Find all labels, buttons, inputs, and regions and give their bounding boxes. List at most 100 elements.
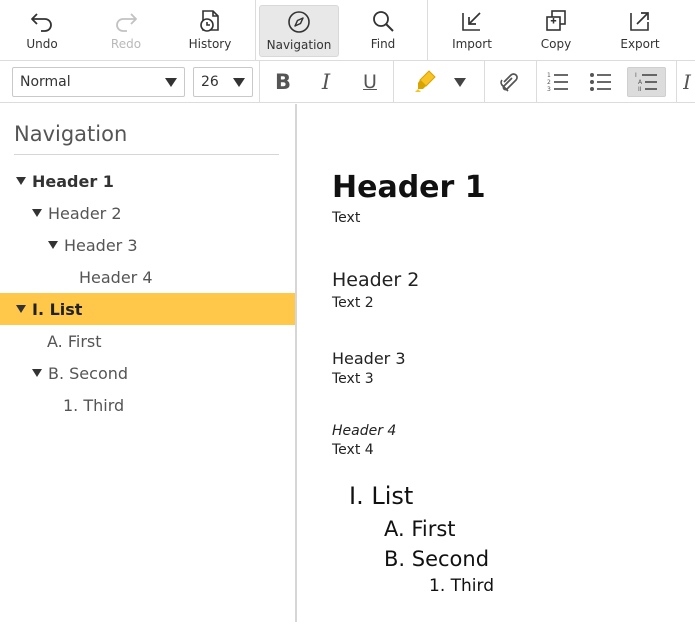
chevron-down-icon: [165, 78, 177, 87]
expand-triangle-icon[interactable]: [32, 369, 42, 377]
export-button[interactable]: Export: [614, 5, 666, 57]
copy-label: Copy: [540, 37, 572, 51]
nav-item-second[interactable]: B. Second: [0, 357, 295, 389]
nav-item-label: Header 4: [79, 267, 153, 287]
nav-item-label: Header 2: [48, 203, 122, 223]
bold-icon: B: [274, 70, 291, 94]
indent-icon: I: [683, 70, 691, 94]
find-button[interactable]: Find: [356, 5, 410, 57]
highlighter-icon: [415, 70, 436, 92]
italic-button[interactable]: I: [311, 67, 341, 97]
italic-icon: I: [321, 70, 331, 94]
nav-item-label: 1. Third: [63, 395, 125, 415]
nav-item-label: A. First: [47, 331, 102, 351]
export-icon: [630, 12, 649, 31]
navigation-title: Navigation: [14, 122, 128, 146]
indent-button[interactable]: I: [683, 67, 695, 97]
undo-label: Undo: [26, 37, 58, 51]
nav-item-label: Header 1: [32, 171, 114, 191]
heading-2: Header 2: [332, 269, 420, 291]
paragraph-text-2: Text 2: [332, 295, 374, 311]
nav-item-label: I. List: [32, 299, 83, 319]
paperclip-icon: [500, 73, 518, 92]
toolbar-separator: [536, 61, 537, 103]
undo-button[interactable]: Undo: [14, 5, 70, 57]
redo-icon: [116, 13, 137, 32]
svg-text:2: 2: [547, 79, 551, 86]
import-button[interactable]: Import: [446, 5, 498, 57]
nav-item-header-4[interactable]: Header 4: [0, 261, 295, 293]
highlight-dropdown-button[interactable]: [448, 67, 472, 97]
outline-list-button[interactable]: I A II: [627, 67, 666, 97]
chevron-down-icon: [233, 78, 245, 87]
svg-text:I: I: [635, 72, 637, 79]
svg-text:1: 1: [547, 72, 551, 79]
toolbar-separator: [255, 0, 256, 60]
nav-item-label: Header 3: [64, 235, 138, 255]
nav-item-first[interactable]: A. First: [0, 325, 295, 357]
navigation-sidebar: Navigation Header 1 Header 2 Header 3 He…: [0, 104, 297, 622]
copy-button[interactable]: Copy: [530, 5, 582, 57]
highlight-button[interactable]: [408, 67, 444, 97]
main-toolbar: Undo Redo History Navigation Find Import…: [0, 0, 695, 61]
paragraph-style-select[interactable]: Normal: [12, 67, 185, 97]
nav-item-header-3[interactable]: Header 3: [0, 229, 295, 261]
heading-4: Header 4: [332, 423, 397, 439]
paragraph-text-4: Text 4: [332, 442, 374, 458]
document-editor[interactable]: Header 1 Text Header 2 Text 2 Header 3 T…: [299, 104, 695, 622]
history-button[interactable]: History: [182, 5, 238, 57]
nav-item-header-2[interactable]: Header 2: [0, 197, 295, 229]
bold-button[interactable]: B: [268, 67, 298, 97]
expand-triangle-icon[interactable]: [48, 241, 58, 249]
navigation-label: Navigation: [266, 38, 332, 52]
expand-triangle-icon[interactable]: [16, 177, 26, 185]
format-toolbar: Normal 26 B I U 1 2 3 I A II I: [0, 61, 695, 103]
export-label: Export: [620, 37, 660, 51]
heading-1: Header 1: [332, 170, 486, 205]
nav-item-third[interactable]: 1. Third: [0, 389, 295, 421]
toolbar-separator: [259, 61, 260, 103]
import-label: Import: [452, 37, 492, 51]
numbered-list-button[interactable]: 1 2 3: [543, 67, 573, 97]
underline-icon: U: [363, 71, 377, 93]
divider: [14, 154, 279, 155]
search-icon: [373, 11, 394, 32]
history-label: History: [188, 37, 232, 51]
compass-icon: [288, 11, 310, 33]
outline-list-icon: I A II: [635, 72, 657, 93]
numbered-list-icon: 1 2 3: [547, 72, 568, 93]
paragraph-text-3: Text 3: [332, 371, 374, 387]
nav-item-label: B. Second: [48, 363, 129, 383]
copy-icon: [546, 10, 566, 31]
underline-button[interactable]: U: [355, 67, 385, 97]
list-item-level-2: B. Second: [384, 547, 490, 571]
nav-item-header-1[interactable]: Header 1: [0, 165, 295, 197]
font-size-select[interactable]: 26: [193, 67, 253, 97]
expand-triangle-icon[interactable]: [16, 305, 26, 313]
navigation-button[interactable]: Navigation: [259, 5, 339, 57]
font-size-value: 26: [201, 74, 219, 90]
link-button[interactable]: [494, 67, 524, 97]
paragraph-text-1: Text: [332, 210, 361, 226]
redo-button[interactable]: Redo: [98, 5, 154, 57]
import-icon: [462, 12, 481, 31]
toolbar-separator: [427, 0, 428, 60]
find-label: Find: [370, 37, 396, 51]
list-item-level-1: I. List: [349, 482, 414, 510]
svg-text:A: A: [638, 79, 643, 86]
bullet-list-icon: [590, 73, 611, 91]
expand-triangle-icon[interactable]: [32, 209, 42, 217]
toolbar-separator: [484, 61, 485, 103]
svg-text:II: II: [638, 86, 642, 93]
bullet-list-button[interactable]: [586, 67, 616, 97]
nav-item-list[interactable]: I. List: [0, 293, 295, 325]
paragraph-style-value: Normal: [20, 74, 71, 90]
heading-3: Header 3: [332, 349, 406, 368]
list-item-level-2: A. First: [384, 517, 456, 541]
svg-text:3: 3: [547, 86, 551, 93]
toolbar-separator: [676, 61, 677, 103]
chevron-down-icon: [454, 77, 466, 87]
redo-label: Redo: [110, 37, 142, 51]
list-item-level-3: 1. Third: [429, 576, 494, 596]
toolbar-separator: [393, 61, 394, 103]
